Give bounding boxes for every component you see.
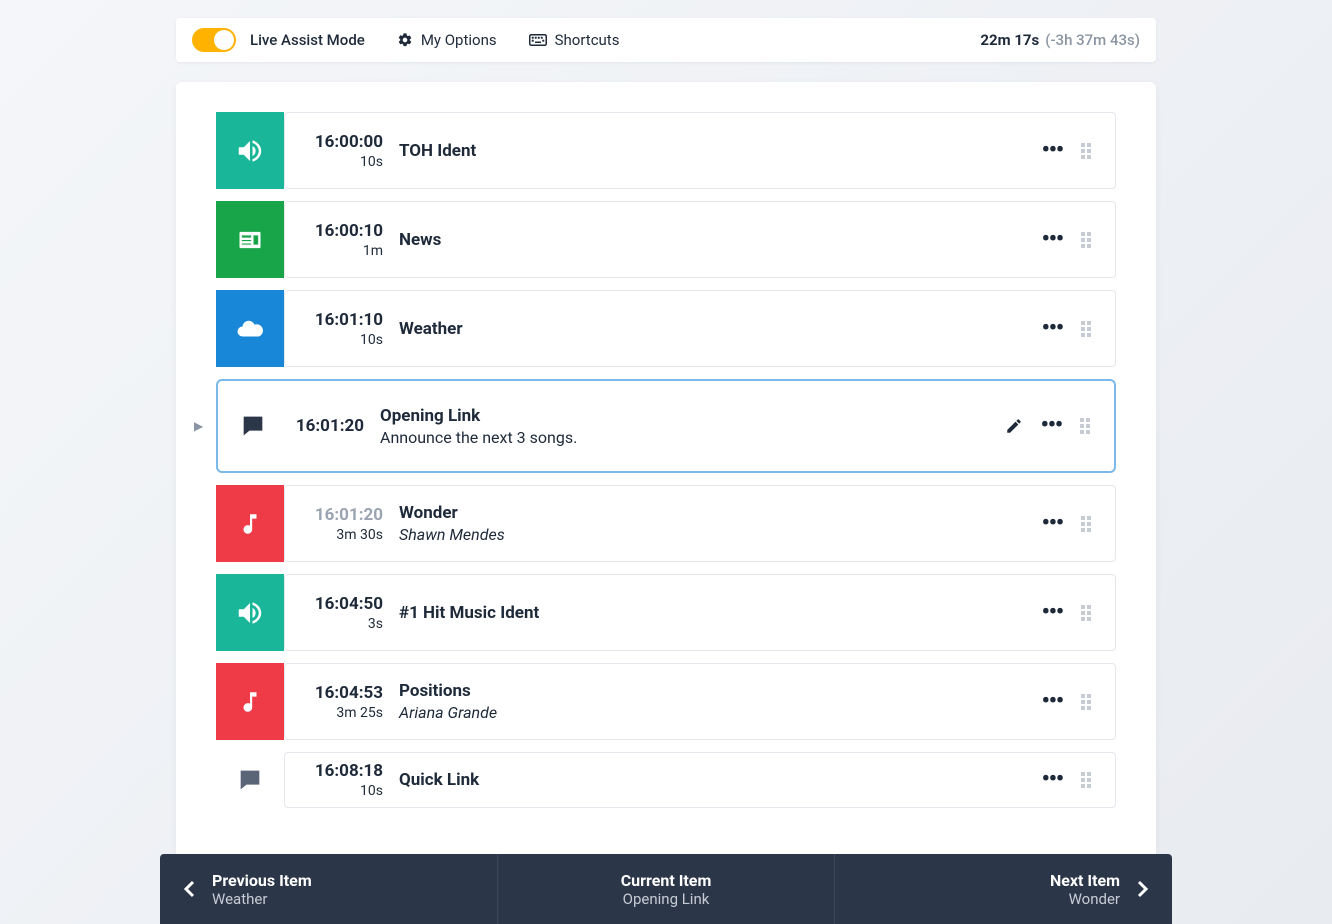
item-time: 16:01:20 (284, 416, 364, 436)
live-assist-label: Live Assist Mode (250, 31, 365, 49)
current-item-wrap: ▶ 16:01:20 Opening Link Announce the nex… (216, 379, 1116, 473)
bottom-nav: Previous Item Weather Current Item Openi… (160, 854, 1172, 924)
more-icon[interactable]: ••• (1042, 691, 1063, 713)
drag-handle-icon[interactable] (1081, 232, 1097, 248)
speech-icon (236, 412, 270, 440)
item-artist: Ariana Grande (399, 703, 1042, 722)
my-options-button[interactable]: My Options (397, 31, 497, 49)
speaker-icon (216, 112, 284, 189)
item-duration: 1m (303, 243, 383, 259)
current-caret-icon: ▶ (194, 419, 203, 433)
speaker-icon (216, 574, 284, 651)
playlist-item[interactable]: 16:04:53 3m 25s Positions Ariana Grande … (216, 663, 1116, 740)
playlist-item-current[interactable]: 16:01:20 Opening Link Announce the next … (216, 379, 1116, 473)
more-icon[interactable]: ••• (1042, 769, 1063, 791)
music-icon (216, 663, 284, 740)
playlist-item[interactable]: 16:00:00 10s TOH Ident ••• (216, 112, 1116, 189)
playlist-item[interactable]: 16:01:20 3m 30s Wonder Shawn Mendes ••• (216, 485, 1116, 562)
more-icon[interactable]: ••• (1042, 140, 1063, 162)
drag-handle-icon[interactable] (1081, 143, 1097, 159)
playlist-item[interactable]: 16:08:18 10s Quick Link ••• (216, 752, 1116, 808)
item-title: #1 Hit Music Ident (399, 603, 1042, 623)
more-icon[interactable]: ••• (1041, 415, 1062, 437)
item-duration: 3m 25s (303, 705, 383, 721)
item-subtitle: Announce the next 3 songs. (380, 428, 1005, 447)
item-time: 16:01:20 (303, 505, 383, 525)
item-artist: Shawn Mendes (399, 525, 1042, 544)
gear-icon (397, 32, 413, 48)
shortcuts-label: Shortcuts (555, 31, 620, 49)
news-icon (216, 201, 284, 278)
my-options-label: My Options (421, 31, 497, 49)
item-duration: 3m 30s (303, 527, 383, 543)
live-assist-toggle[interactable] (192, 28, 236, 52)
time-diff: (-3h 37m 43s) (1045, 31, 1140, 49)
drag-handle-icon[interactable] (1081, 694, 1097, 710)
speech-icon (216, 752, 284, 808)
drag-handle-icon[interactable] (1081, 605, 1097, 621)
cloud-icon (216, 290, 284, 367)
drag-handle-icon[interactable] (1081, 321, 1097, 337)
drag-handle-icon[interactable] (1081, 516, 1097, 532)
playlist-item[interactable]: 16:01:10 10s Weather ••• (216, 290, 1116, 367)
current-item-display: Current Item Opening Link (498, 854, 836, 924)
playlist-item[interactable]: 16:04:50 3s #1 Hit Music Ident ••• (216, 574, 1116, 651)
item-title: News (399, 230, 1042, 250)
item-time: 16:00:00 (303, 132, 383, 152)
item-duration: 10s (303, 783, 383, 799)
chevron-left-icon (178, 877, 202, 901)
next-label: Next Item (1050, 871, 1120, 890)
item-title: Weather (399, 319, 1042, 339)
item-title: Wonder (399, 503, 1042, 523)
item-title: Positions (399, 681, 1042, 701)
more-icon[interactable]: ••• (1042, 229, 1063, 251)
more-icon[interactable]: ••• (1042, 513, 1063, 535)
drag-handle-icon[interactable] (1081, 772, 1097, 788)
item-time: 16:08:18 (303, 761, 383, 781)
item-time: 16:04:50 (303, 594, 383, 614)
keyboard-icon (529, 33, 547, 47)
item-duration: 10s (303, 332, 383, 348)
item-title: Quick Link (399, 770, 1042, 790)
item-duration: 10s (303, 154, 383, 170)
curr-value: Opening Link (621, 890, 712, 908)
shortcuts-button[interactable]: Shortcuts (529, 31, 620, 49)
more-icon[interactable]: ••• (1042, 602, 1063, 624)
music-icon (216, 485, 284, 562)
more-icon[interactable]: ••• (1042, 318, 1063, 340)
prev-label: Previous Item (212, 871, 312, 890)
prev-value: Weather (212, 890, 312, 908)
next-item-button[interactable]: Next Item Wonder (835, 854, 1172, 924)
item-time: 16:01:10 (303, 310, 383, 330)
curr-label: Current Item (621, 871, 712, 890)
playlist-item[interactable]: 16:00:10 1m News ••• (216, 201, 1116, 278)
chevron-right-icon (1130, 877, 1154, 901)
elapsed-time: 22m 17s (980, 31, 1039, 49)
edit-icon[interactable] (1005, 417, 1023, 435)
item-duration: 3s (303, 616, 383, 632)
next-value: Wonder (1050, 890, 1120, 908)
playlist-panel: 16:00:00 10s TOH Ident ••• 16:00:10 (176, 82, 1156, 924)
item-title: Opening Link (380, 406, 1005, 426)
drag-handle-icon[interactable] (1080, 418, 1096, 434)
previous-item-button[interactable]: Previous Item Weather (160, 854, 498, 924)
item-time: 16:04:53 (303, 683, 383, 703)
item-time: 16:00:10 (303, 221, 383, 241)
topbar: Live Assist Mode My Options Shortcuts 22… (176, 18, 1156, 62)
item-title: TOH Ident (399, 141, 1042, 161)
